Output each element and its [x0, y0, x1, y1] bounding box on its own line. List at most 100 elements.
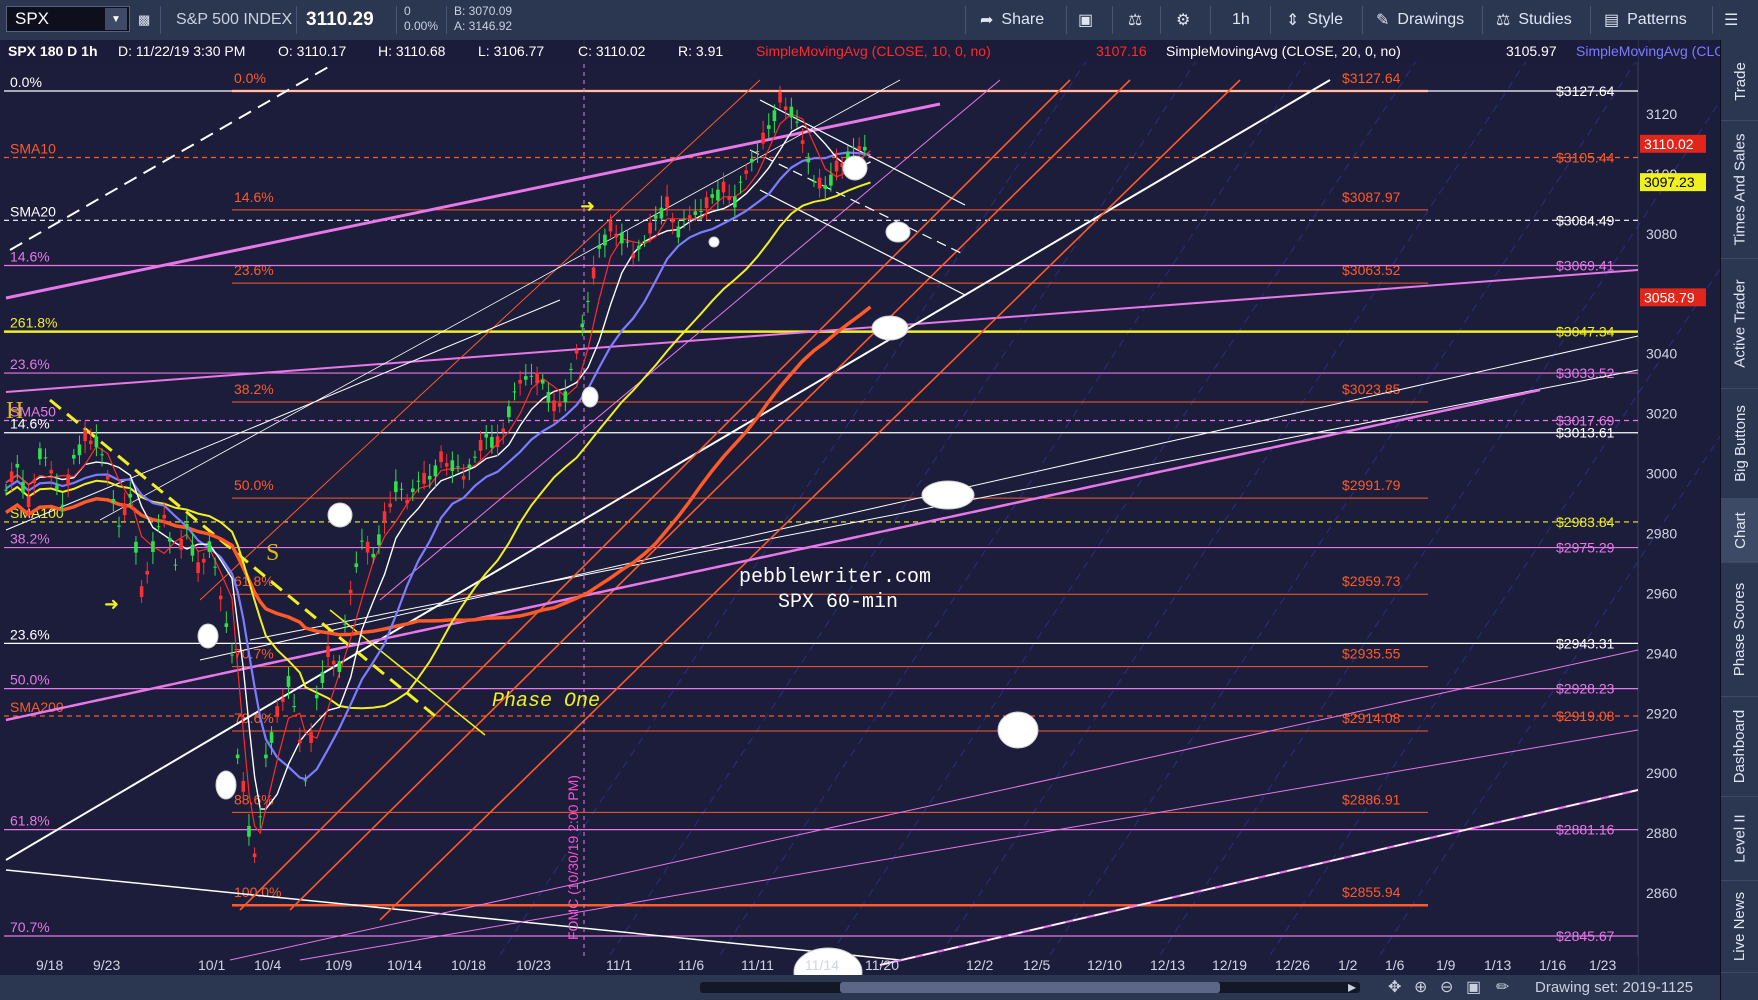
link-icon[interactable]: ▩	[138, 0, 150, 40]
price-badge-label: 3058.79	[1644, 289, 1695, 305]
candle-body	[637, 245, 641, 250]
candle-body	[676, 226, 681, 238]
toolbar-divider	[296, 6, 297, 34]
candle-body	[252, 853, 257, 858]
candle-body	[382, 511, 387, 523]
bid-price: B: 3070.09	[454, 4, 513, 18]
candle-body	[710, 194, 715, 198]
style-label: Style	[1307, 11, 1343, 28]
candle-body	[32, 479, 37, 484]
symbol-input[interactable]: SPX ▼	[6, 6, 130, 32]
drawings-button[interactable]: ✎ Drawings	[1376, 0, 1464, 40]
side-tab-level-ii[interactable]: Level II	[1721, 796, 1758, 881]
candle-body	[162, 514, 166, 519]
left-level-label: 61.8%	[10, 813, 50, 829]
price-chart[interactable]: 0.0% $3127.64 14.6% $3087.97 23.6% $3063.52 38…	[0, 40, 1720, 975]
candle-body	[433, 465, 438, 477]
side-panel: Trade Times And Sales Active Trader Big But…	[1720, 40, 1758, 1000]
target-marker	[581, 386, 599, 408]
side-tab-label: Times And Sales	[1731, 133, 1749, 245]
settings-button[interactable]: ⚙	[1176, 0, 1190, 40]
scrollbar-thumb[interactable]	[840, 982, 1220, 993]
timeframe-button[interactable]: 1h	[1232, 0, 1250, 40]
horizontal-scrollbar[interactable]	[700, 982, 1360, 993]
side-tab-label: Level II	[1731, 813, 1749, 863]
x-tick-label: 11/14	[805, 957, 839, 973]
side-tab-label: Trade	[1731, 61, 1749, 101]
fib-label: 0.0%	[234, 70, 266, 86]
studies-button[interactable]: ⚖ Studies	[1496, 0, 1572, 40]
side-tab-phase-scores[interactable]: Phase Scores	[1721, 562, 1758, 697]
toolbar-divider	[965, 6, 966, 34]
side-tab-times-and-sales[interactable]: Times And Sales	[1721, 120, 1758, 259]
candle-body	[399, 488, 404, 490]
fib-label: 38.2%	[234, 381, 274, 397]
candle-body	[682, 219, 686, 221]
candle-body	[247, 825, 251, 837]
flask-button[interactable]: ⚖	[1128, 0, 1142, 40]
chevron-down-icon[interactable]: ▼	[105, 8, 127, 30]
candle-body	[49, 469, 53, 474]
candle-body	[117, 525, 121, 527]
left-level-label: 261.8%	[10, 315, 57, 331]
bid-ask-block: B: 3070.09 A: 3146.92	[454, 4, 512, 34]
candle-body	[789, 106, 794, 118]
candle-body	[603, 234, 607, 246]
target-marker	[885, 221, 911, 243]
last-price: 3110.29	[306, 9, 374, 30]
studies-label: Studies	[1518, 11, 1572, 28]
side-tab-trade[interactable]: Trade	[1721, 42, 1758, 121]
candle-body	[43, 457, 48, 459]
pan-icon[interactable]: ✥	[1388, 977, 1401, 997]
side-tab-label: Chart	[1731, 511, 1749, 549]
scroll-right-icon[interactable]: ▸	[1348, 977, 1356, 997]
share-button[interactable]: ➦ Share	[980, 0, 1044, 40]
fib-price-label: $3127.64	[1342, 70, 1401, 86]
side-tab-live-news[interactable]: Live News	[1721, 880, 1758, 973]
chart-area[interactable]: 0.0% $3127.64 14.6% $3087.97 23.6% $3063.52 38…	[0, 40, 1720, 975]
candle-body	[411, 488, 415, 493]
x-tick-label: 12/10	[1087, 957, 1122, 973]
level-price-label: $3105.44	[1556, 150, 1615, 166]
side-tab-active-trader[interactable]: Active Trader	[1721, 258, 1758, 389]
candle-body	[281, 698, 285, 702]
toolbar-divider	[1712, 6, 1713, 34]
side-tab-big-buttons[interactable]: Big Buttons	[1721, 388, 1758, 499]
side-tab-chart[interactable]: Chart	[1721, 498, 1758, 563]
y-tick-label: 3000	[1646, 466, 1677, 482]
candle-body	[156, 526, 161, 528]
toolbar-divider	[160, 6, 161, 34]
patterns-button[interactable]: ▤ Patterns	[1604, 0, 1687, 40]
drawing-tool-icon[interactable]: ✏	[1496, 977, 1509, 997]
level-price-label: $3013.61	[1556, 425, 1615, 441]
snapshot-button[interactable]: ▣	[1078, 0, 1093, 40]
candle-body	[303, 780, 308, 782]
candle-body	[795, 121, 799, 123]
candle-body	[456, 466, 460, 468]
fib-label: 23.6%	[234, 262, 274, 278]
chart-header-item: R: 3.91	[678, 43, 723, 59]
target-marker	[921, 480, 975, 510]
level-price-label: $2881.16	[1556, 822, 1615, 838]
side-tab-label: Active Trader	[1731, 278, 1749, 368]
chart-header-item: SimpleMovingAvg (CLOSE, 50, 0,...	[1576, 43, 1720, 59]
level-price-label: $2983.84	[1556, 514, 1615, 530]
left-level-label: 23.6%	[10, 356, 50, 372]
watermark-title: SPX 60-min	[778, 591, 898, 614]
zoom-out-icon[interactable]: ⊖	[1440, 977, 1453, 997]
zoom-fit-icon[interactable]: ▣	[1466, 977, 1481, 997]
zoom-in-icon[interactable]: ⊕	[1414, 977, 1427, 997]
style-button[interactable]: ⇕ Style	[1286, 0, 1343, 40]
candle-body	[704, 197, 709, 208]
side-tab-dashboard[interactable]: Dashboard	[1721, 696, 1758, 797]
y-tick-label: 2940	[1646, 645, 1677, 661]
candle-body	[298, 739, 302, 744]
x-tick-label: 12/19	[1212, 957, 1247, 973]
target-marker	[842, 155, 868, 181]
candle-body	[427, 475, 432, 480]
x-tick-label: 1/2	[1338, 957, 1358, 973]
menu-button[interactable]: ☰	[1724, 0, 1738, 40]
candle-body	[343, 623, 347, 625]
x-tick-label: 1/6	[1385, 957, 1405, 973]
y-tick-label: 3020	[1646, 406, 1677, 422]
